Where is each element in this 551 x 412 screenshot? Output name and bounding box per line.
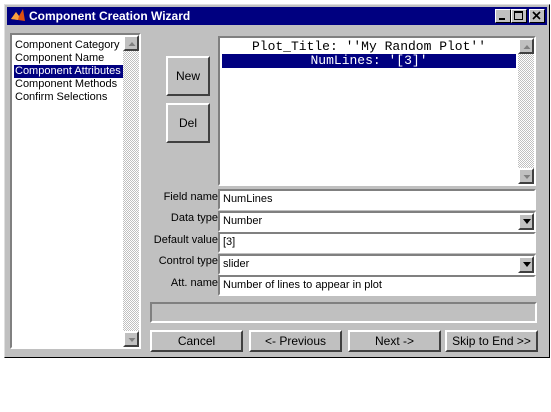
data-type-select[interactable]: Number bbox=[218, 211, 536, 232]
step-item-component-category[interactable]: Component Category bbox=[14, 39, 122, 52]
title-bar[interactable]: Component Creation Wizard bbox=[7, 7, 547, 25]
default-value-label: Default value bbox=[153, 234, 218, 246]
maximize-icon bbox=[514, 11, 523, 20]
step-item-confirm-selections[interactable]: Confirm Selections bbox=[14, 91, 109, 104]
control-type-value: slider bbox=[223, 258, 250, 270]
step-item-component-attributes[interactable]: Component Attributes bbox=[14, 65, 123, 78]
step-item-component-name[interactable]: Component Name bbox=[14, 52, 106, 65]
close-button[interactable] bbox=[529, 9, 545, 23]
attribute-item-plot-title[interactable]: Plot_Title: ''My Random Plot'' bbox=[222, 40, 516, 54]
field-name-input[interactable]: NumLines bbox=[218, 189, 536, 210]
attributes-scroll-down-button[interactable] bbox=[518, 168, 534, 184]
attribute-item-numlines[interactable]: NumLines: '[3]' bbox=[222, 54, 516, 68]
step-item-component-methods[interactable]: Component Methods bbox=[14, 78, 119, 91]
new-button[interactable]: New bbox=[166, 56, 210, 96]
arrow-down-icon bbox=[523, 175, 531, 179]
steps-scroll-up-button[interactable] bbox=[123, 35, 139, 51]
control-type-dropdown-button[interactable] bbox=[518, 256, 534, 273]
status-bar bbox=[150, 302, 537, 323]
chevron-down-icon bbox=[523, 219, 531, 224]
att-name-input[interactable]: Number of lines to appear in plot bbox=[218, 275, 536, 296]
field-name-label: Field name bbox=[163, 191, 218, 203]
matlab-logo-icon bbox=[11, 9, 25, 21]
del-button[interactable]: Del bbox=[166, 103, 210, 143]
window-title: Component Creation Wizard bbox=[29, 9, 191, 23]
control-type-select[interactable]: slider bbox=[218, 254, 536, 275]
arrow-up-icon bbox=[128, 42, 136, 46]
steps-scrollbar[interactable] bbox=[123, 35, 139, 347]
minimize-icon bbox=[499, 18, 505, 20]
minimize-button[interactable] bbox=[495, 9, 511, 23]
attributes-scroll-up-button[interactable] bbox=[518, 38, 534, 54]
cancel-button[interactable]: Cancel bbox=[150, 330, 243, 352]
steps-scroll-track[interactable] bbox=[123, 51, 139, 331]
arrow-down-icon bbox=[128, 338, 136, 342]
attributes-scroll-track[interactable] bbox=[518, 54, 534, 168]
steps-listbox[interactable]: Component Category Component Name Compon… bbox=[10, 33, 141, 349]
skip-to-end-button[interactable]: Skip to End >> bbox=[445, 330, 538, 352]
att-name-label: Att. name bbox=[170, 277, 218, 289]
data-type-value: Number bbox=[223, 215, 263, 227]
default-value-input[interactable]: [3] bbox=[218, 232, 536, 253]
previous-button[interactable]: <- Previous bbox=[249, 330, 342, 352]
arrow-up-icon bbox=[523, 45, 531, 49]
chevron-down-icon bbox=[523, 262, 531, 267]
steps-scroll-down-button[interactable] bbox=[123, 331, 139, 347]
maximize-button[interactable] bbox=[511, 9, 527, 23]
data-type-label: Data type bbox=[170, 212, 218, 224]
close-icon bbox=[532, 11, 541, 20]
next-button[interactable]: Next -> bbox=[348, 330, 441, 352]
attributes-listbox[interactable]: Plot_Title: ''My Random Plot'' NumLines:… bbox=[218, 36, 536, 186]
control-type-label: Control type bbox=[158, 255, 218, 267]
attributes-scrollbar[interactable] bbox=[518, 38, 534, 184]
data-type-dropdown-button[interactable] bbox=[518, 213, 534, 230]
